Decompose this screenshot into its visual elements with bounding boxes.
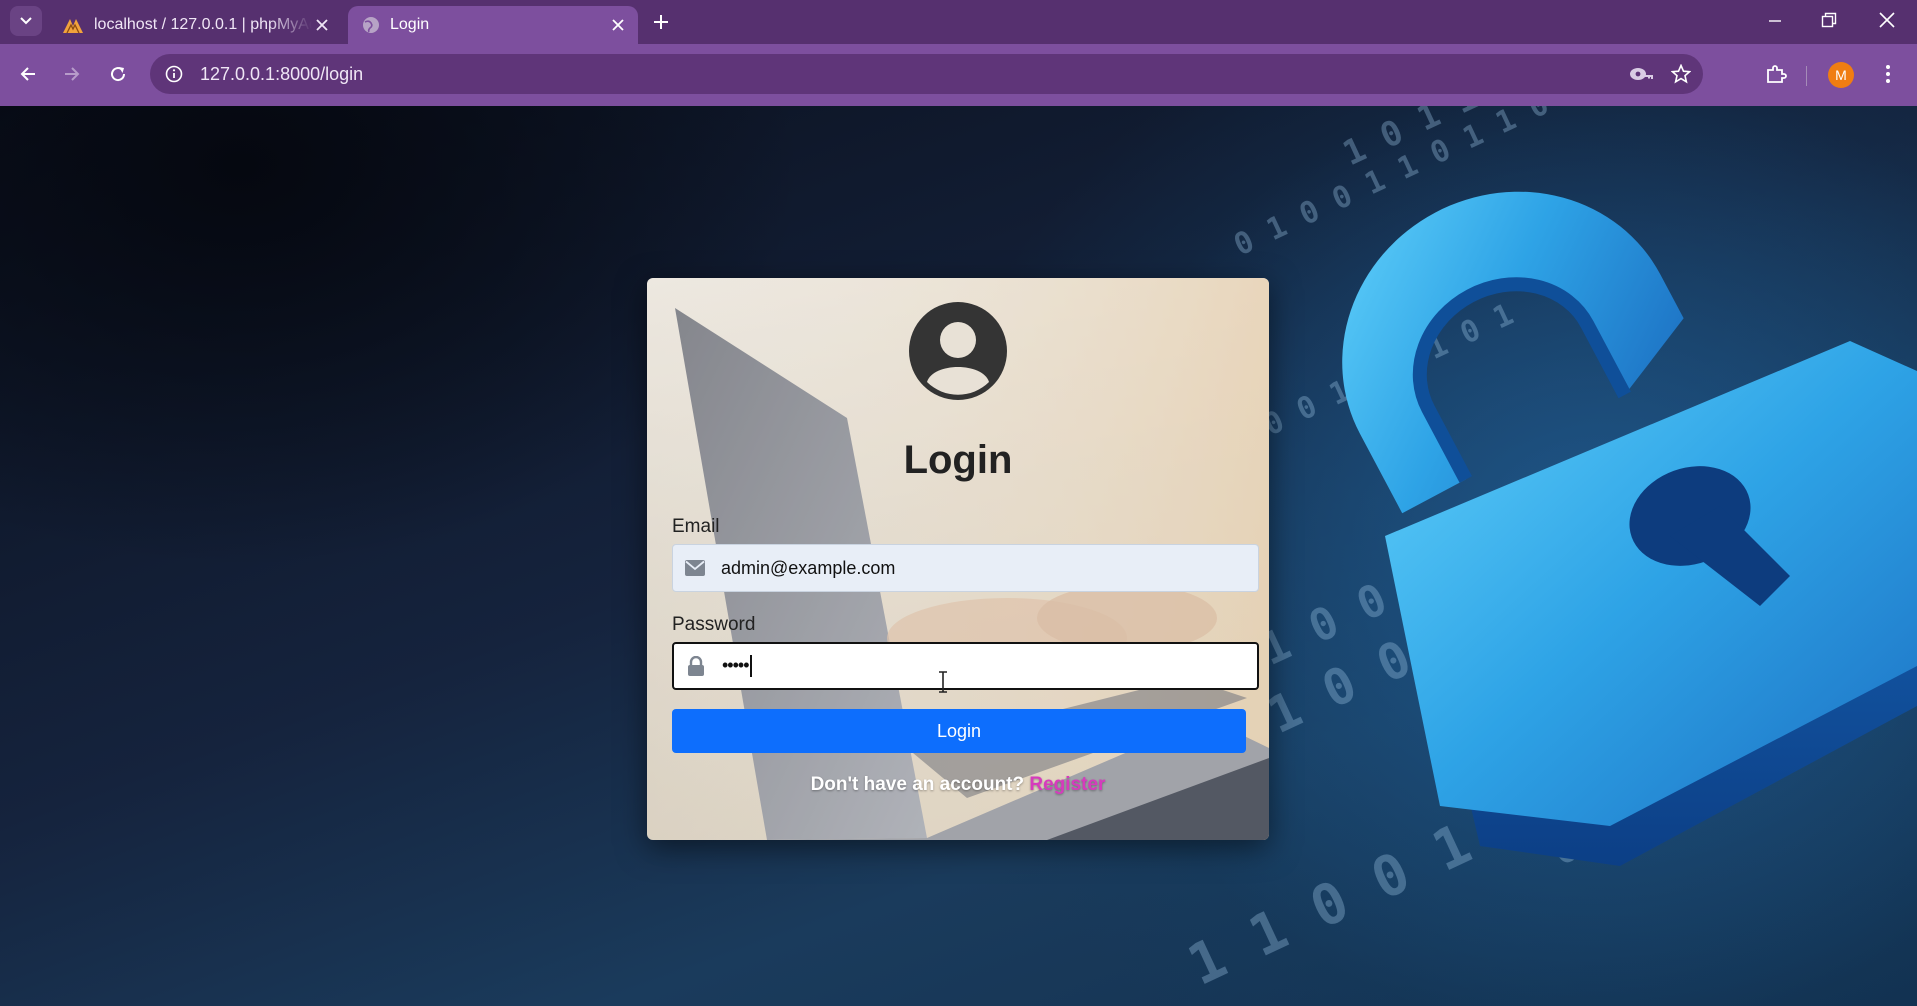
close-window-button[interactable] (1864, 4, 1910, 36)
restore-button[interactable] (1806, 4, 1852, 36)
register-link[interactable]: Register (1029, 774, 1105, 795)
close-icon[interactable] (312, 15, 332, 35)
tab-phpmyadmin[interactable]: localhost / 127.0.0.1 | phpMyAd (48, 6, 342, 44)
email-label: Email (672, 516, 720, 537)
plus-icon (654, 15, 668, 29)
register-prompt-text: Don't have an account? (810, 774, 1025, 795)
puzzle-icon (1767, 65, 1787, 83)
tab-strip: localhost / 127.0.0.1 | phpMyAd Login (0, 0, 1917, 44)
browser-toolbar: 127.0.0.1:8000/login M (0, 44, 1917, 106)
address-bar[interactable]: 127.0.0.1:8000/login (150, 54, 1703, 94)
reload-button[interactable] (100, 56, 136, 92)
password-input[interactable]: ••••• (718, 654, 1257, 678)
site-info-icon[interactable] (156, 56, 192, 92)
new-tab-button[interactable] (648, 9, 674, 35)
restore-icon (1821, 12, 1837, 28)
password-key-icon[interactable] (1623, 56, 1659, 92)
register-prompt-line: Don't have an account? Register (647, 774, 1269, 796)
url-text[interactable]: 127.0.0.1:8000/login (200, 64, 1623, 85)
password-field[interactable]: ••••• (672, 642, 1259, 690)
browser-menu-button[interactable] (1870, 56, 1906, 92)
close-icon (1879, 12, 1895, 28)
login-form: Login Email admin@example.com Password •… (647, 278, 1269, 840)
reload-icon (111, 67, 126, 82)
envelope-icon (673, 546, 717, 590)
back-button[interactable] (10, 56, 46, 92)
toolbar-divider (1806, 66, 1807, 86)
phpmyadmin-icon (63, 19, 83, 34)
login-button[interactable]: Login (672, 709, 1246, 753)
page-viewport: 1 0 1 1 1 0 1 0 1 0 0 1 0 0 1 1 0 1 1 0 … (0, 106, 1917, 1006)
password-masked-text: ••••• (722, 654, 749, 675)
tab-title: Login (390, 16, 430, 33)
arrow-right-icon (65, 67, 80, 81)
tab-login[interactable]: Login (348, 6, 638, 44)
user-circle-icon (909, 302, 1007, 400)
extensions-button[interactable] (1758, 56, 1794, 92)
arrow-left-icon (20, 67, 35, 81)
text-caret (749, 655, 752, 678)
minimize-icon (1769, 20, 1781, 22)
email-field[interactable]: admin@example.com (672, 544, 1259, 592)
minimize-button[interactable] (1752, 4, 1798, 36)
kebab-menu-icon (1886, 65, 1890, 83)
login-heading: Login (903, 438, 1013, 482)
email-input[interactable]: admin@example.com (717, 558, 1258, 579)
tab-search-button[interactable] (10, 6, 42, 36)
globe-icon (363, 17, 379, 33)
profile-avatar[interactable]: M (1828, 62, 1854, 88)
password-label: Password (672, 614, 756, 635)
mouse-ibeam-cursor (939, 671, 947, 693)
forward-button[interactable] (54, 56, 90, 92)
bookmark-star-icon[interactable] (1663, 56, 1699, 92)
close-icon[interactable] (608, 15, 628, 35)
chevron-down-icon (20, 17, 32, 25)
tab-title: localhost / 127.0.0.1 | phpMyAd (94, 16, 312, 33)
login-card: Login Email admin@example.com Password •… (647, 278, 1269, 840)
lock-icon (674, 644, 718, 688)
